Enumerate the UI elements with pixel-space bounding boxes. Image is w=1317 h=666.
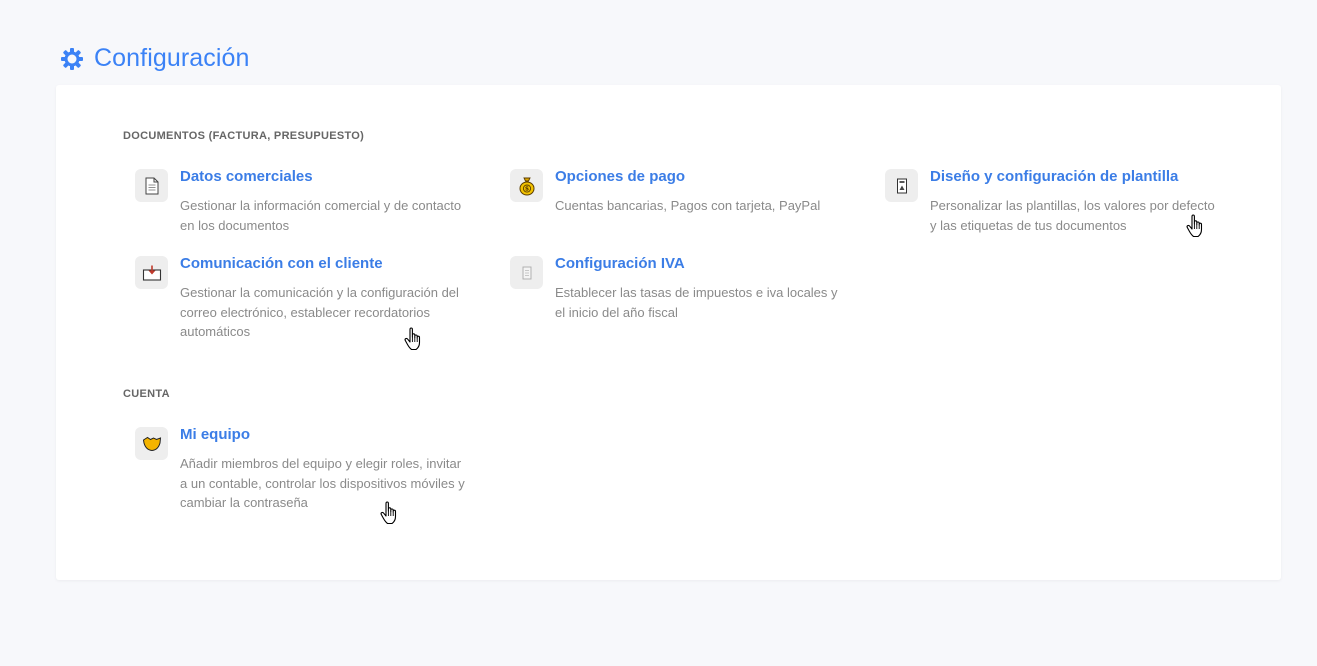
settings-item-title[interactable]: Mi equipo [180, 426, 250, 443]
svg-text:$: $ [524, 185, 528, 192]
settings-card: DOCUMENTOS (FACTURA, PRESUPUESTO) Datos … [56, 85, 1281, 580]
money-bag-icon: $ [510, 169, 543, 202]
settings-item-title[interactable]: Configuración IVA [555, 255, 685, 272]
settings-item-description: Establecer las tasas de impuestos e iva … [555, 285, 838, 320]
settings-item-description: Cuentas bancarias, Pagos con tarjeta, Pa… [555, 198, 821, 213]
page-header: Configuración [60, 44, 250, 73]
settings-item-title[interactable]: Comunicación con el cliente [180, 255, 383, 272]
settings-item-title[interactable]: Diseño y configuración de plantilla [930, 168, 1178, 185]
tax-icon [510, 256, 543, 289]
gear-icon [60, 47, 84, 71]
section-title-account: CUENTA [123, 388, 170, 400]
template-icon [885, 169, 918, 202]
settings-item-title[interactable]: Datos comerciales [180, 168, 313, 185]
page-title: Configuración [94, 44, 250, 72]
inbox-icon [135, 256, 168, 289]
settings-item-title[interactable]: Opciones de pago [555, 168, 685, 185]
settings-item-description: Gestionar la información comercial y de … [180, 198, 462, 233]
document-icon [135, 169, 168, 202]
section-title-documents: DOCUMENTOS (FACTURA, PRESUPUESTO) [123, 130, 365, 142]
settings-item-description: Personalizar las plantillas, los valores… [930, 198, 1215, 233]
settings-item-description: Gestionar la comunicación y la configura… [180, 285, 459, 339]
settings-item-description: Añadir miembros del equipo y elegir role… [180, 456, 465, 510]
team-icon [135, 427, 168, 460]
